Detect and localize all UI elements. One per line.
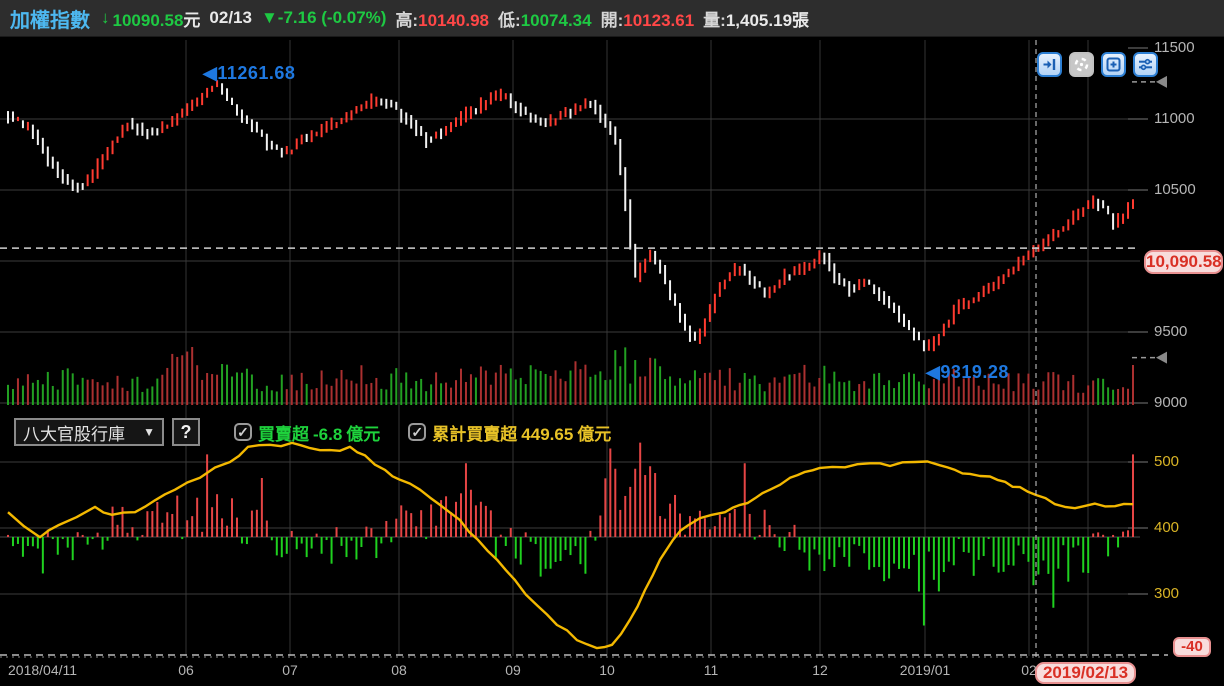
stock-chart-app: 加權指數 ↓ 10090.58元 02/13 ▼-7.16 (-0.07%) 高… [0, 0, 1224, 686]
y-axis-tick: 9500 [1154, 323, 1187, 340]
low-annotation: ◀9319.28 [926, 362, 1009, 383]
chevron-down-icon: ▼ [143, 425, 155, 439]
y-axis-tick: 9000 [1154, 394, 1187, 411]
help-button[interactable]: ? [172, 418, 200, 446]
current-price-pill: 10,090.58 [1144, 250, 1223, 274]
target-icon [1073, 56, 1090, 73]
quote-date: 02/13 [209, 8, 252, 28]
target-button[interactable] [1069, 52, 1094, 77]
left-arrow-icon: ◀ [926, 362, 940, 382]
chart-settings-button[interactable] [1133, 52, 1158, 77]
y-axis-tick: 11500 [1154, 39, 1195, 56]
low-annotation-value: 9319.28 [940, 362, 1009, 382]
x-axis-tick: 10 [599, 662, 615, 678]
x-axis-tick: 12 [812, 662, 828, 678]
day-low: 低:10074.34 [498, 6, 592, 31]
daily-netbuy-checkbox[interactable]: ✓ [234, 423, 252, 441]
quote-header: 加權指數 ↓ 10090.58元 02/13 ▼-7.16 (-0.07%) 高… [0, 0, 1224, 37]
cumulative-netbuy-label: 累計買賣超449.65億元 [432, 420, 615, 445]
x-axis-tick: 08 [391, 662, 407, 678]
left-arrow-icon: ◀ [203, 63, 217, 83]
chart-toolbar [1037, 52, 1158, 77]
cumulative-netbuy-toggle-group: ✓ 累計買賣超449.65億元 [408, 420, 615, 445]
bank-group-dropdown[interactable]: 八大官股行庫 ▼ [14, 418, 164, 446]
indicator-axis-tick: 300 [1154, 585, 1179, 602]
crosshair-value-pill: -40 [1173, 637, 1211, 657]
price-change: ▼-7.16 (-0.07%) [261, 8, 386, 28]
x-axis-tick: 07 [282, 662, 298, 678]
zoom-in-icon [1105, 56, 1122, 73]
last-price: 10090.58元 [113, 6, 201, 31]
crosshair-date-pill: 2019/02/13 [1035, 662, 1136, 684]
jump-to-latest-button[interactable] [1037, 52, 1062, 77]
high-annotation: ◀11261.68 [203, 63, 295, 84]
high-annotation-value: 11261.68 [217, 63, 295, 83]
cumulative-netbuy-checkbox[interactable]: ✓ [408, 423, 426, 441]
daily-netbuy-toggle-group: ✓ 買賣超-6.8億元 [234, 420, 384, 445]
bank-group-dropdown-label: 八大官股行庫 [23, 420, 125, 445]
x-axis-tick: 06 [178, 662, 194, 678]
x-axis-tick: 2019/01 [900, 662, 951, 678]
indicator-axis-tick: 400 [1154, 519, 1179, 536]
x-axis-tick: 11 [704, 662, 719, 678]
day-high: 高:10140.98 [395, 6, 489, 31]
daily-netbuy-label: 買賣超-6.8億元 [258, 420, 384, 445]
index-title: 加權指數 [10, 4, 90, 33]
x-axis-tick: 09 [505, 662, 521, 678]
price-chart-canvas[interactable] [0, 0, 1224, 686]
x-axis-tick: 2018/04/11 [8, 662, 77, 678]
day-open: 開:10123.61 [601, 6, 695, 31]
y-axis-tick: 10500 [1154, 181, 1196, 198]
down-arrow-icon: ↓ [101, 8, 110, 28]
settings-sliders-icon [1137, 56, 1154, 73]
day-volume: 量:1,405.19張 [703, 6, 809, 31]
y-axis-tick: 11000 [1154, 110, 1195, 127]
lower-panel-header: 八大官股行庫 ▼ ? ✓ 買賣超-6.8億元 ✓ 累計買賣超449.65億元 [14, 418, 615, 446]
zoom-in-button[interactable] [1101, 52, 1126, 77]
indicator-axis-tick: 500 [1154, 453, 1179, 470]
jump-to-latest-icon [1041, 56, 1058, 73]
